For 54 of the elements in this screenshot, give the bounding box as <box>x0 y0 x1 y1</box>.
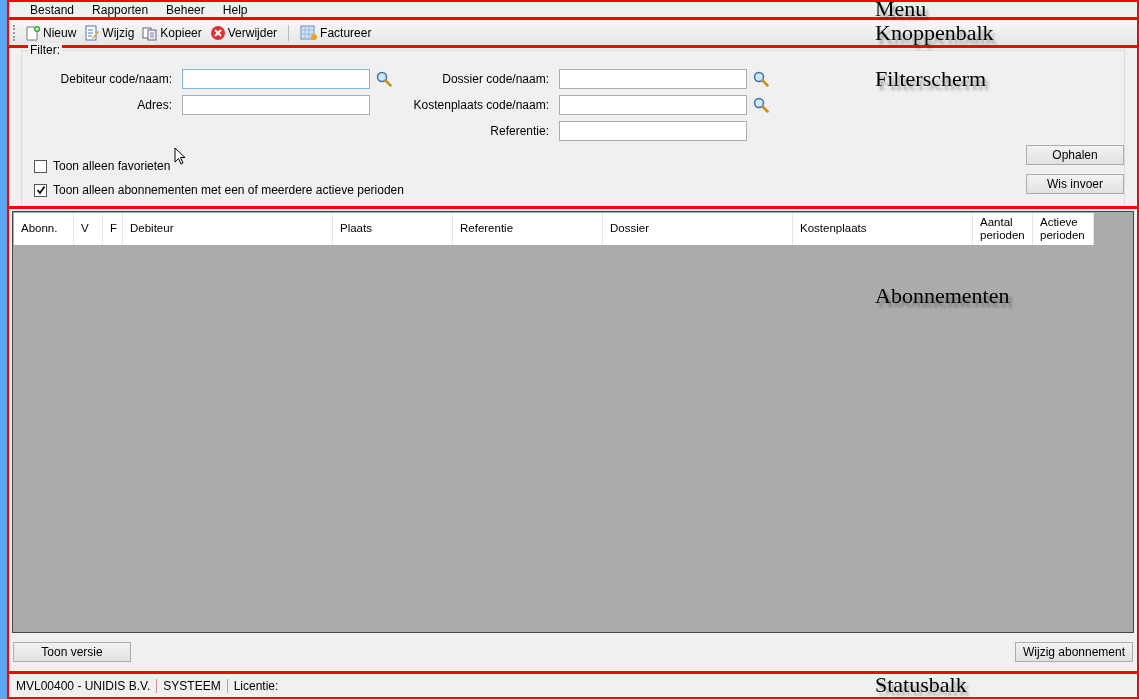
column-header[interactable]: Plaats <box>333 213 453 245</box>
column-header[interactable]: Dossier <box>603 213 793 245</box>
search-icon[interactable] <box>753 71 769 87</box>
input-field[interactable] <box>559 69 747 89</box>
edit-document-icon <box>84 24 101 41</box>
annotation-label: Statusbalk <box>875 674 967 696</box>
column-header[interactable]: Debiteur <box>123 213 333 245</box>
field-label: Dossier code/naam: <box>441 72 550 86</box>
new-document-icon <box>25 24 41 41</box>
input-field[interactable] <box>559 121 747 141</box>
checkbox[interactable]: Toon alleen abonnementen met een of meerdere actieve perioden <box>34 183 1026 197</box>
menu-item[interactable]: Beheer <box>157 2 214 17</box>
field-label: Debiteur code/naam: <box>59 72 173 86</box>
field-label: Kostenplaats code/naam: <box>412 98 550 112</box>
toolbar-button[interactable]: Wijzig <box>83 24 136 41</box>
column-header[interactable]: V <box>74 213 103 245</box>
annotation-label: Abonnementen <box>875 285 1010 307</box>
copy-icon <box>142 24 159 41</box>
group-title: Filter: <box>28 43 62 57</box>
filter-button[interactable]: Ophalen <box>1026 145 1124 165</box>
column-header[interactable]: Aantal perioden <box>973 213 1033 245</box>
toolbar-button[interactable]: Kopieer <box>141 24 203 41</box>
status-text: Licentie: <box>226 678 285 693</box>
status-text: SYSTEEM <box>156 678 227 693</box>
checkmark-icon <box>35 185 46 195</box>
edit-subscription-button[interactable]: Wijzig abonnement <box>1015 642 1133 662</box>
search-icon[interactable] <box>376 71 392 87</box>
invoice-icon <box>300 24 319 41</box>
toolbar-button[interactable]: Factureer <box>299 24 373 41</box>
column-header[interactable]: Referentie <box>453 213 603 245</box>
status-text: MVL00400 - UNIDIS B.V. <box>15 678 152 693</box>
input-field[interactable] <box>559 95 747 115</box>
checkbox[interactable]: Toon alleen favorieten <box>34 159 1026 173</box>
column-header[interactable]: Abonn. <box>14 213 74 245</box>
delete-icon <box>209 24 226 41</box>
annotation-label: Knoppenbalk <box>875 22 994 44</box>
column-header[interactable]: Kostenplaats <box>793 213 973 245</box>
input-field[interactable] <box>182 95 370 115</box>
toolbar-button[interactable]: Verwijder <box>208 24 279 41</box>
menu-item[interactable]: Help <box>213 2 257 17</box>
field-label: Referentie: <box>489 124 550 138</box>
menu-item[interactable]: Bestand <box>21 2 84 17</box>
show-version-button[interactable]: Toon versie <box>13 642 131 662</box>
mouse-cursor-icon <box>174 147 186 165</box>
filter-button[interactable]: Wis invoer <box>1026 174 1124 194</box>
field-label: Adres: <box>136 98 173 112</box>
input-field[interactable] <box>182 69 370 89</box>
column-header[interactable]: F <box>103 213 123 245</box>
annotation-label: Filterscherm <box>875 68 987 90</box>
toolbar-button[interactable]: Nieuw <box>24 24 78 41</box>
search-icon[interactable] <box>753 97 769 113</box>
column-header[interactable]: Actieve perioden <box>1033 213 1094 245</box>
menu-item[interactable]: Rapporten <box>83 2 158 17</box>
annotation-label: Menu <box>875 0 927 20</box>
